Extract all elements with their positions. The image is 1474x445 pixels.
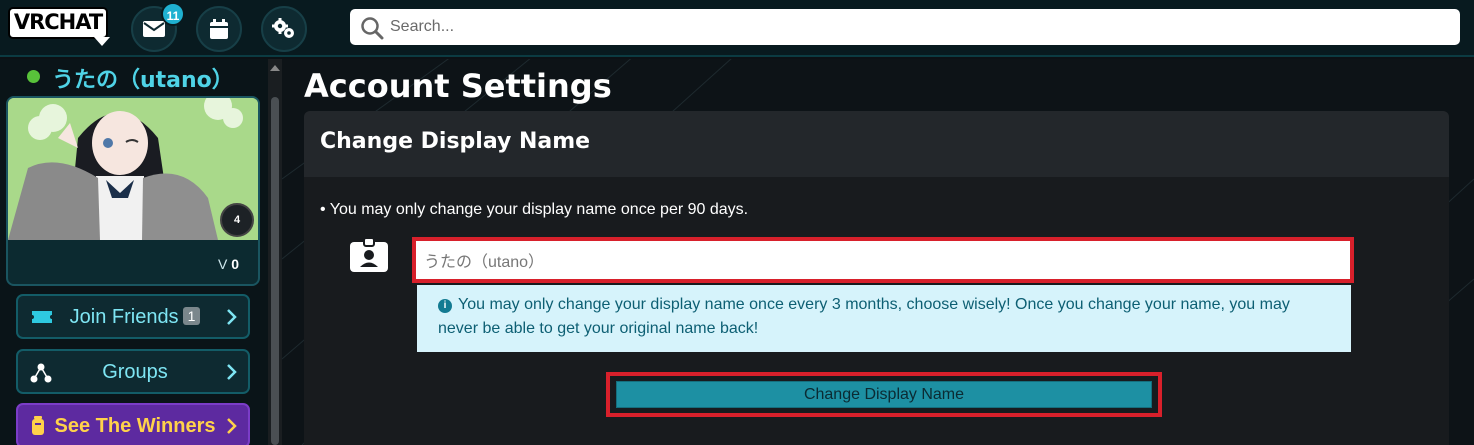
info-icon: i xyxy=(438,299,452,313)
settings-gears-icon xyxy=(272,18,294,38)
see-the-winners-button[interactable]: See The Winners xyxy=(16,403,250,445)
groups-label: Groups xyxy=(102,361,168,383)
display-name-input[interactable] xyxy=(422,246,1344,274)
display-name-input-highlight xyxy=(412,237,1354,283)
sidebar-scrollbar[interactable] xyxy=(268,59,282,445)
scroll-up-arrow-icon[interactable] xyxy=(270,65,280,71)
settings-button[interactable] xyxy=(261,6,307,52)
vrchat-logo[interactable]: VRCHAT xyxy=(8,7,110,47)
v-currency-icon: V xyxy=(218,256,228,272)
card-header: Change Display Name xyxy=(304,111,1449,177)
display-name-note: • You may only change your display name … xyxy=(320,201,749,218)
join-friends-label: Join Friends 1 xyxy=(18,306,252,329)
warning-text: You may only change your display name on… xyxy=(438,296,1290,337)
avatar-credits-value: 0 xyxy=(231,256,240,272)
avatar-credits: V 0 xyxy=(218,256,239,272)
main-content: Account Settings Change Display Name • Y… xyxy=(282,59,1474,445)
see-the-winners-label: See The Winners xyxy=(54,415,216,437)
search-bar xyxy=(350,9,1460,45)
page-title: Account Settings xyxy=(304,67,612,105)
logo-tail xyxy=(94,37,110,46)
chevron-right-icon xyxy=(227,309,237,325)
logo-text: VRCHAT xyxy=(13,10,103,34)
user-display-name[interactable]: うたの（utano） xyxy=(52,62,234,94)
avatar-card[interactable]: 4 V 0 xyxy=(6,96,260,286)
mail-icon xyxy=(143,21,165,37)
top-navigation-bar: VRCHAT 11 xyxy=(0,0,1474,57)
chevron-right-icon xyxy=(227,418,237,434)
id-badge-icon xyxy=(350,238,388,272)
card-title: Change Display Name xyxy=(320,129,591,154)
notification-count-badge: 11 xyxy=(161,2,185,26)
search-icon xyxy=(361,17,384,40)
scrollbar-thumb[interactable] xyxy=(271,97,279,445)
change-display-name-card: Change Display Name • You may only chang… xyxy=(304,111,1449,445)
join-friends-count: 1 xyxy=(182,307,201,325)
submit-button-highlight: Change Display Name xyxy=(606,372,1162,417)
calendar-button[interactable] xyxy=(196,6,242,52)
change-display-name-button[interactable]: Change Display Name xyxy=(616,381,1152,408)
calendar-icon xyxy=(210,19,228,39)
groups-button[interactable]: Groups xyxy=(16,349,250,394)
chevron-right-icon xyxy=(227,364,237,380)
join-friends-button[interactable]: Join Friends 1 xyxy=(16,294,250,339)
avatar-rank-badge: 4 xyxy=(220,203,254,237)
display-name-warning: i You may only change your display name o… xyxy=(417,285,1351,352)
online-status-indicator xyxy=(27,70,40,83)
search-input[interactable] xyxy=(390,13,1450,41)
